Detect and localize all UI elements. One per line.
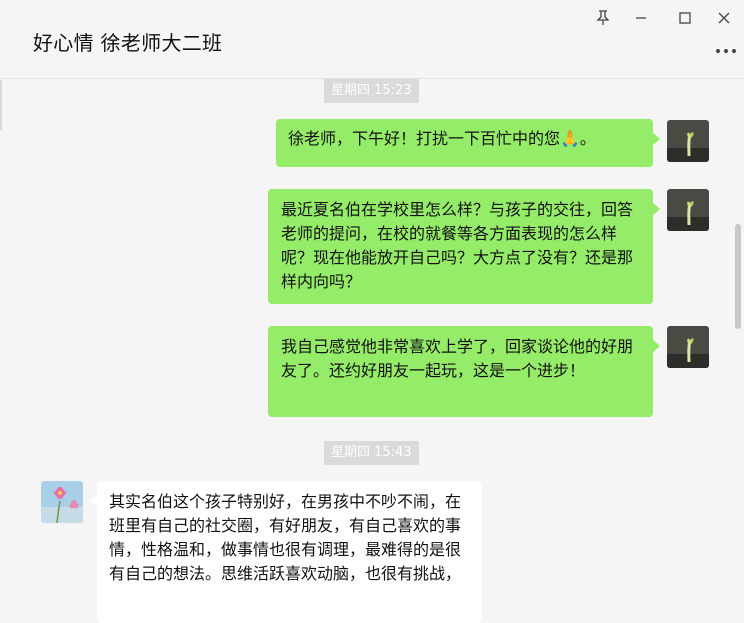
message-text: 其实名伯这个孩子特别好，在男孩中不吵不闹，在班里有自己的社交圈，有好朋友，有自己… <box>109 492 462 583</box>
minimize-icon[interactable] <box>629 8 653 28</box>
close-icon[interactable] <box>712 8 736 28</box>
message-text: 徐老师，下午好！打扰一下百忙中的您🙏。 <box>288 129 596 148</box>
left-border <box>0 80 2 130</box>
pin-icon[interactable] <box>591 8 615 28</box>
seedling-avatar[interactable] <box>667 189 709 231</box>
message-text: 我自己感觉他非常喜欢上学了，回家谈论他的好朋友了。还约好朋友一起玩，这是一个进步… <box>281 337 634 380</box>
chat-title: 好心情 徐老师大二班 <box>33 31 223 55</box>
chat-header: 好心情 徐老师大二班 <box>0 0 744 79</box>
more-options-icon[interactable] <box>713 40 739 60</box>
maximize-icon[interactable] <box>673 8 697 28</box>
pink-flower-avatar[interactable] <box>41 481 83 523</box>
timestamp: 星期四 15:23 <box>324 79 419 103</box>
my-message-bubble[interactable]: 最近夏名伯在学校里怎么样？与孩子的交往，回答老师的提问，在校的就餐等各方面表现的… <box>268 189 660 304</box>
timestamp: 星期四 15:43 <box>324 441 419 465</box>
my-message-bubble[interactable]: 我自己感觉他非常喜欢上学了，回家谈论他的好朋友了。还约好朋友一起玩，这是一个进步… <box>268 326 660 417</box>
my-message-bubble[interactable]: 徐老师，下午好！打扰一下百忙中的您🙏。 <box>276 119 660 167</box>
message-text: 最近夏名伯在学校里怎么样？与孩子的交往，回答老师的提问，在校的就餐等各方面表现的… <box>281 200 634 291</box>
other-message-bubble[interactable]: 其实名伯这个孩子特别好，在男孩中不吵不闹，在班里有自己的社交圈，有好朋友，有自己… <box>90 481 482 623</box>
seedling-avatar[interactable] <box>667 326 709 368</box>
chat-scrollbar[interactable] <box>735 224 741 329</box>
seedling-avatar[interactable] <box>667 120 709 162</box>
